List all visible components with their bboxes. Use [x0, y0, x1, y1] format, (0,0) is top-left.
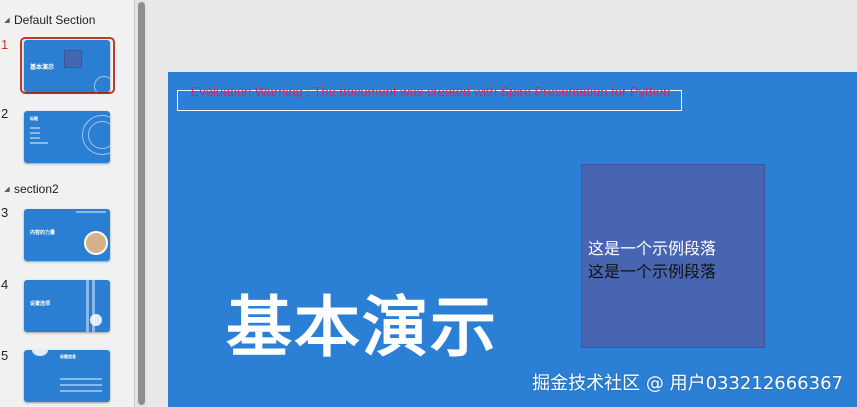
- thumb-line: [60, 378, 102, 380]
- paragraph-shape[interactable]: 这是一个示例段落 这是一个示例段落: [581, 164, 765, 348]
- slide-thumbnail-4[interactable]: 设置选项: [24, 280, 110, 332]
- thumb-line: [30, 132, 40, 134]
- slide-thumbnail-pane[interactable]: ◢ Default Section 1 基本演示 2 标题 ◢ section2…: [0, 0, 134, 407]
- thumb-avatar-icon: [84, 231, 108, 255]
- slide-title[interactable]: 基本演示: [226, 274, 498, 370]
- current-slide[interactable]: Evaluation Warning : The document was cr…: [168, 72, 857, 407]
- thumb-line: [30, 127, 40, 129]
- thumb-decoration: [32, 350, 48, 356]
- thumb-decoration: [90, 314, 102, 326]
- slide-thumbnail-2[interactable]: 标题: [24, 111, 110, 163]
- slide-number: 1: [1, 37, 9, 52]
- slide-thumbnail-1[interactable]: 基本演示: [24, 40, 110, 92]
- section-header-section2[interactable]: ◢ section2: [0, 180, 59, 198]
- thumb-title: 基本演示: [30, 64, 55, 71]
- collapse-triangle-icon[interactable]: ◢: [0, 185, 14, 193]
- section-header-default[interactable]: ◢ Default Section: [0, 11, 95, 29]
- slide-number: 3: [1, 205, 9, 220]
- slide-number: 5: [1, 348, 9, 363]
- slide-thumbnail-5[interactable]: 标题信息: [24, 350, 110, 402]
- collapse-triangle-icon[interactable]: ◢: [0, 16, 14, 24]
- site-watermark: 掘金技术社区 @ 用户033212666367: [532, 373, 843, 394]
- thumbnail-scrollbar[interactable]: [134, 0, 147, 407]
- thumb-line: [60, 384, 102, 386]
- thumb-decoration: [88, 121, 110, 149]
- thumb-title: 内容的力量: [30, 230, 56, 236]
- scrollbar-thumb[interactable]: [138, 2, 145, 405]
- slide-number: 2: [1, 106, 9, 121]
- slide-editor-canvas[interactable]: Evaluation Warning : The document was cr…: [148, 0, 857, 407]
- section-label: Default Section: [14, 13, 96, 27]
- thumb-line: [86, 280, 89, 332]
- sample-paragraph-1: 这是一个示例段落: [588, 239, 717, 258]
- thumb-title: 标题: [30, 116, 38, 121]
- thumb-line: [30, 142, 48, 144]
- section-label: section2: [14, 182, 59, 196]
- presentation-app: ◢ Default Section 1 基本演示 2 标题 ◢ section2…: [0, 0, 857, 407]
- thumb-decoration: [94, 76, 110, 92]
- slide-number: 4: [1, 277, 9, 292]
- thumb-content-box: [64, 50, 82, 68]
- thumb-line: [60, 390, 102, 392]
- thumb-title: 设置选项: [30, 301, 51, 307]
- slide-thumbnail-3[interactable]: 内容的力量: [24, 209, 110, 261]
- thumb-title: 标题信息: [60, 354, 76, 359]
- sample-paragraph-2: 这是一个示例段落: [588, 262, 717, 281]
- thumb-line: [76, 211, 106, 213]
- thumb-line: [30, 137, 40, 139]
- evaluation-warning-text: Evaluation Warning : The document was cr…: [190, 84, 671, 99]
